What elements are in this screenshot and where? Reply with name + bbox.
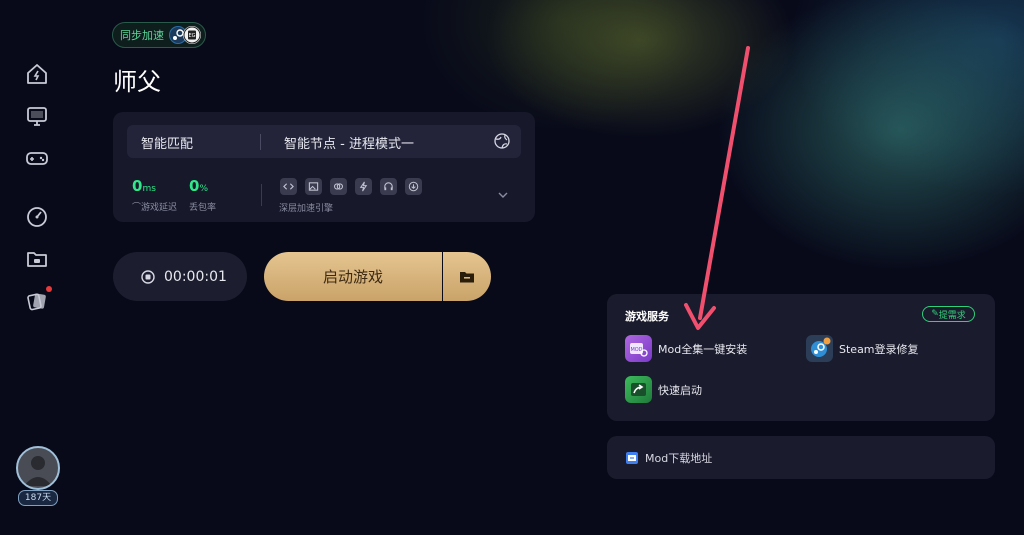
sidebar-item-games[interactable] <box>24 145 50 171</box>
submit-request-button[interactable]: ✎ 提需求 <box>922 306 975 322</box>
start-game-label: 启动游戏 <box>322 268 383 286</box>
home-lightning-icon <box>27 64 47 84</box>
code-icon[interactable] <box>280 178 297 195</box>
page-title: 师父 <box>113 68 161 96</box>
engine-label: 深层加速引擎 <box>279 204 334 214</box>
image-icon[interactable] <box>305 178 322 195</box>
svg-text:EG: EG <box>188 33 195 39</box>
stop-icon <box>141 269 155 284</box>
sidebar-item-folder[interactable] <box>24 246 50 272</box>
node-mode-label: 智能节点 - 进程模式一 <box>284 137 414 152</box>
quick-launch-button[interactable]: 快速启动 <box>625 376 702 403</box>
accelerator-panel: 智能匹配 智能节点 - 进程模式一 0ms ⌒游戏延迟 0% 丢包率 深层加速引… <box>113 112 535 222</box>
game-services-card: 游戏服务 ✎ 提需求 MOD Mod全集一键安装 Steam登录修复 快速启动 <box>607 294 995 421</box>
sync-label: 同步加速 <box>120 29 164 42</box>
epic-badge-icon: EG <box>183 26 201 44</box>
monitor-icon <box>27 107 47 126</box>
link-icon[interactable] <box>330 178 347 195</box>
external-link-icon <box>626 451 638 464</box>
signal-icon: ⌒ <box>132 203 142 213</box>
speedometer-icon <box>27 207 47 227</box>
sidebar-item-cards[interactable] <box>24 286 52 314</box>
game-folder-button[interactable] <box>443 252 491 301</box>
avatar <box>16 446 60 490</box>
timer-stop-button[interactable]: 00:00:01 <box>113 252 247 301</box>
globe-icon[interactable] <box>493 132 511 150</box>
gamepad-icon <box>26 152 48 165</box>
mod-icon: MOD <box>625 335 652 362</box>
divider <box>261 184 262 206</box>
mod-install-button[interactable]: MOD Mod全集一键安装 <box>625 335 747 362</box>
mod-install-label: Mod全集一键安装 <box>658 342 748 356</box>
start-game-button[interactable]: 启动游戏 <box>264 252 442 301</box>
main-content: 同步加速 EG 师父 智能匹配 智能节点 - 进程模式一 0ms ⌒游戏延迟 0… <box>0 0 1024 535</box>
mod-download-link[interactable]: Mod下载地址 <box>607 436 995 479</box>
chevron-down-icon[interactable] <box>497 189 509 201</box>
node-selector[interactable]: 智能匹配 智能节点 - 进程模式一 <box>127 125 521 158</box>
timer-value: 00:00:01 <box>164 268 227 285</box>
sidebar-item-monitor[interactable] <box>24 103 50 129</box>
membership-days-badge: 187天 <box>18 490 58 506</box>
quick-launch-label: 快速启动 <box>658 383 702 397</box>
sidebar-item-speedometer[interactable] <box>24 204 50 230</box>
services-title: 游戏服务 <box>625 310 669 323</box>
notification-dot <box>46 286 52 292</box>
sidebar: 187天 <box>0 0 72 535</box>
folder-icon <box>27 252 47 267</box>
brush-icon: ✎ <box>931 309 939 319</box>
quick-launch-icon <box>625 376 652 403</box>
packet-loss-value: 0% <box>189 177 208 195</box>
user-profile[interactable]: 187天 <box>12 446 62 506</box>
steam-fix-button[interactable]: Steam登录修复 <box>806 335 919 362</box>
divider <box>260 134 261 150</box>
sidebar-item-home[interactable] <box>24 61 50 87</box>
download-icon[interactable] <box>405 178 422 195</box>
latency-value: 0ms <box>132 177 156 195</box>
match-mode-label: 智能匹配 <box>141 137 194 152</box>
steam-icon <box>806 335 833 362</box>
folder-icon <box>460 271 474 282</box>
lightning-icon[interactable] <box>355 178 372 195</box>
mod-download-label: Mod下载地址 <box>645 451 713 465</box>
headset-icon[interactable] <box>380 178 397 195</box>
sync-accelerate-toggle[interactable]: 同步加速 EG <box>112 22 206 48</box>
latency-label: ⌒游戏延迟 <box>132 203 178 213</box>
packet-loss-label: 丢包率 <box>189 203 217 213</box>
cards-icon <box>27 293 46 311</box>
steam-fix-label: Steam登录修复 <box>839 342 919 356</box>
